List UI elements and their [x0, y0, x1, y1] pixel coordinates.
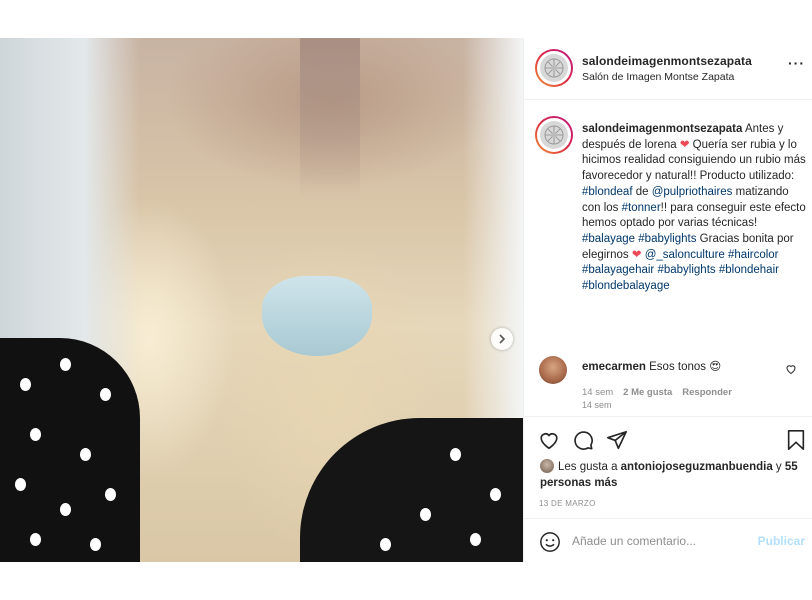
liker-avatar[interactable]	[540, 459, 554, 473]
author-avatar[interactable]	[535, 49, 573, 87]
hashtag-link[interactable]: #blondebalayage	[582, 280, 670, 292]
likes-summary: Les gusta a antoniojoseguzmanbuendia y 5…	[540, 459, 810, 491]
post-header: salondeimagenmontsezapata Salón de Image…	[524, 38, 812, 100]
photo-hair-root	[300, 38, 360, 198]
comment-timestamp[interactable]: 14 sem	[582, 387, 613, 398]
post-location[interactable]: Salón de Imagen Montse Zapata	[582, 71, 734, 83]
heart-eyes-emoji-icon: 😍	[709, 361, 722, 373]
photo-mask	[262, 276, 372, 356]
post-modal: { "post": { "username": "salondeimagenmo…	[0, 0, 812, 600]
photo-shirt	[0, 338, 140, 562]
mention-link[interactable]: @pulpriothaires	[652, 186, 733, 198]
hashtag-link[interactable]: #balayage	[582, 233, 635, 245]
comment-bubble-icon	[574, 431, 593, 450]
likes-mid: y	[772, 461, 785, 473]
hashtag-link[interactable]: #tonner	[622, 202, 661, 214]
post-date[interactable]: 13 DE MARZO	[539, 499, 596, 508]
caption-text: salondeimagenmontsezapata Antes y despué…	[582, 122, 808, 295]
liker-username[interactable]: antoniojoseguzmanbuendia	[621, 461, 773, 473]
chevron-right-icon	[499, 334, 506, 344]
comment-item: emecarmen Esos tonos 😍 14 sem 2 Me gusta…	[524, 356, 812, 406]
post-photo	[0, 38, 523, 562]
heart-icon	[540, 433, 558, 450]
heart-outline-icon	[786, 365, 796, 375]
paper-plane-icon	[607, 430, 627, 450]
like-button[interactable]	[538, 429, 560, 456]
caption-author-avatar[interactable]	[535, 116, 573, 154]
post-actions: Les gusta a antoniojoseguzmanbuendia y 5…	[524, 416, 812, 556]
action-icons	[538, 429, 628, 456]
reply-button[interactable]: Responder	[682, 387, 732, 398]
photo-shirt	[300, 418, 523, 562]
comment-input[interactable]	[572, 531, 742, 551]
post-side-panel: salondeimagenmontsezapata Salón de Image…	[523, 38, 812, 562]
author-username[interactable]: salondeimagenmontsezapata	[582, 54, 752, 68]
add-comment-bar: Publicar	[524, 518, 812, 564]
comment-body: Esos tonos	[645, 361, 710, 373]
emoji-button[interactable]	[539, 531, 561, 558]
comment-likes[interactable]: 2 Me gusta	[623, 387, 672, 398]
commenter-avatar[interactable]	[539, 356, 567, 384]
likes-prefix: Les gusta a	[558, 461, 621, 473]
bookmark-icon	[787, 430, 805, 450]
comment-text: emecarmen Esos tonos 😍	[582, 359, 721, 373]
hashtag-link[interactable]: #haircolor	[728, 249, 779, 261]
hashtag-link[interactable]: #balayagehair	[582, 264, 654, 276]
more-options-icon[interactable]: ···	[788, 56, 805, 70]
salon-logo-icon	[540, 54, 568, 82]
save-button[interactable]	[785, 429, 807, 456]
mention-link[interactable]: @_salonculture	[645, 249, 725, 261]
carousel-next-button[interactable]	[491, 328, 513, 350]
hashtag-link[interactable]: #babylights	[638, 233, 696, 245]
hashtag-link[interactable]: #blondeaf	[582, 186, 633, 198]
salon-logo-icon	[540, 121, 568, 149]
caption-segment: de	[632, 185, 652, 198]
share-button[interactable]	[606, 429, 628, 456]
publish-button[interactable]: Publicar	[758, 534, 805, 548]
comment-meta: 14 sem 2 Me gusta Responder	[582, 387, 732, 398]
comment-like-button[interactable]	[785, 362, 797, 380]
commenter-username[interactable]: emecarmen	[582, 361, 646, 373]
heart-emoji-icon: ❤	[631, 248, 642, 261]
smiley-icon	[540, 532, 560, 552]
hashtag-link[interactable]: #blondehair	[719, 264, 779, 276]
comment-button[interactable]	[572, 429, 594, 456]
caption-username[interactable]: salondeimagenmontsezapata	[582, 123, 742, 135]
hashtag-link[interactable]: #babylights	[657, 264, 715, 276]
